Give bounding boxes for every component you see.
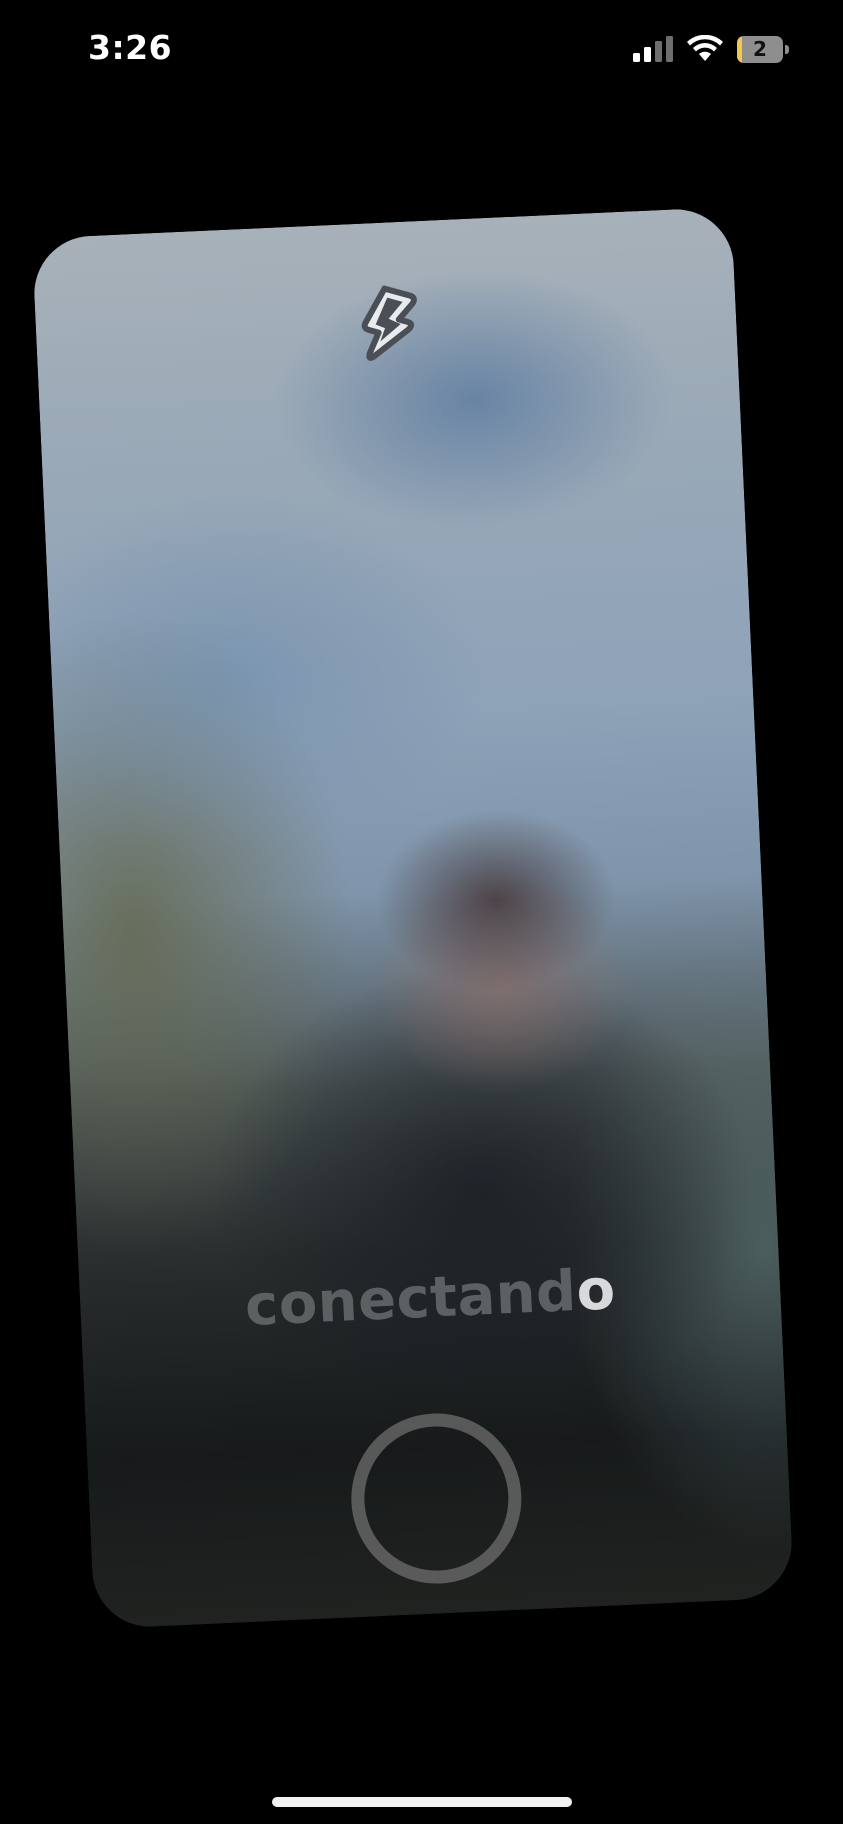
battery-percentage: 2 [753, 36, 767, 61]
home-indicator[interactable] [272, 1797, 572, 1807]
status-icons: 2 [633, 34, 789, 64]
cellular-signal-icon [633, 36, 673, 62]
wifi-icon [687, 35, 723, 61]
camera-preview-card[interactable]: conectando [31, 206, 795, 1630]
status-time: 3:26 [88, 28, 173, 67]
battery-icon: 2 [737, 35, 789, 63]
status-bar: 3:26 2 [0, 0, 843, 100]
lightning-bolt-icon[interactable] [354, 283, 420, 366]
status-text-lit: o [575, 1257, 617, 1324]
